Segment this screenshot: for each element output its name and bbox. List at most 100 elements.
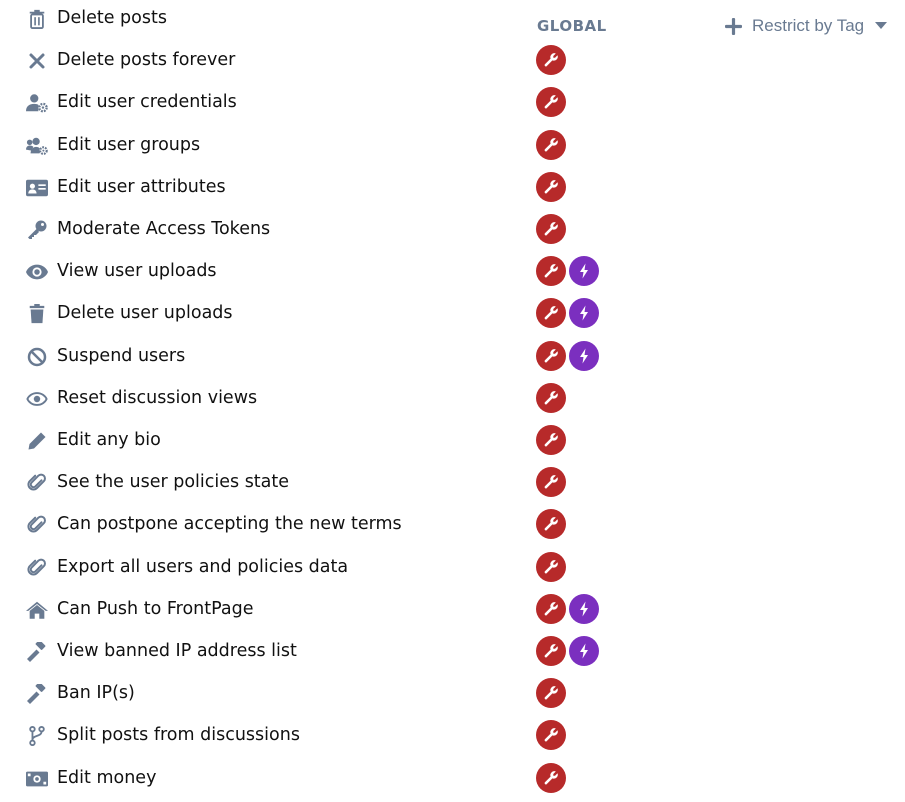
paperclip-icon — [25, 514, 49, 536]
permission-row: Edit money — [0, 760, 905, 802]
bolt-icon — [580, 263, 588, 279]
ban-icon — [25, 346, 49, 368]
permission-row: Suspend users — [0, 338, 905, 380]
admin-group-badge[interactable] — [536, 87, 566, 118]
wrench-icon — [544, 391, 558, 405]
admin-group-badge[interactable] — [536, 467, 566, 498]
permission-grant-cell[interactable] — [536, 129, 566, 160]
mod-group-badge[interactable] — [569, 298, 599, 329]
permission-grant-cell[interactable] — [536, 171, 566, 202]
permission-grant-cell[interactable] — [536, 87, 566, 118]
permission-row: Delete posts forever — [0, 42, 905, 84]
permission-label: Ban IP(s) — [57, 683, 135, 704]
permission-label: Can Push to FrontPage — [57, 598, 254, 619]
permission-row: See the user policies state — [0, 464, 905, 506]
code-branch-icon — [25, 725, 49, 747]
permission-grant-cell[interactable] — [536, 425, 566, 455]
eye-outline-icon — [25, 388, 49, 410]
permission-row: Export all users and policies data — [0, 549, 905, 591]
admin-group-badge[interactable] — [536, 45, 566, 76]
admin-group-badge[interactable] — [536, 425, 566, 455]
permission-grant-cell[interactable] — [536, 551, 566, 582]
permission-row: View banned IP address list — [0, 633, 905, 675]
admin-group-badge[interactable] — [536, 593, 566, 624]
admin-group-badge[interactable] — [536, 678, 566, 709]
wrench-icon — [544, 686, 558, 700]
permission-row: Moderate Access Tokens — [0, 211, 905, 253]
gavel-icon — [25, 641, 49, 663]
permission-grant-cell[interactable] — [536, 256, 599, 287]
admin-group-badge[interactable] — [536, 720, 566, 751]
mod-group-badge[interactable] — [569, 636, 599, 666]
paperclip-icon — [25, 557, 49, 579]
permission-grant-cell[interactable] — [536, 720, 566, 751]
permission-label: Delete posts — [57, 8, 167, 28]
permission-label: Can postpone accepting the new terms — [57, 514, 402, 535]
permission-label: Delete posts forever — [57, 50, 236, 71]
bolt-icon — [580, 601, 588, 617]
permission-row: Can postpone accepting the new terms — [0, 506, 905, 548]
user-cog-icon — [25, 92, 49, 114]
bolt-icon — [580, 643, 588, 659]
permission-grant-cell[interactable] — [536, 678, 566, 709]
bolt-icon — [580, 305, 588, 321]
gavel-icon — [25, 683, 49, 705]
wrench-icon — [544, 517, 558, 531]
wrench-icon — [544, 433, 558, 447]
permission-grant-cell[interactable] — [536, 45, 566, 76]
id-card-icon — [25, 177, 49, 199]
eye-icon — [25, 261, 49, 283]
times-icon — [25, 50, 49, 72]
wrench-icon — [544, 180, 558, 194]
admin-group-badge[interactable] — [536, 382, 566, 413]
permission-row: Can Push to FrontPage — [0, 591, 905, 633]
permission-grant-cell[interactable] — [536, 382, 566, 413]
permission-grant-cell[interactable] — [536, 762, 566, 793]
wrench-icon — [544, 644, 558, 658]
mod-group-badge[interactable] — [569, 340, 599, 371]
permission-row: Delete posts — [0, 0, 905, 42]
admin-group-badge[interactable] — [536, 636, 566, 666]
permission-row: View user uploads — [0, 253, 905, 295]
admin-group-badge[interactable] — [536, 214, 566, 244]
permission-label: Delete user uploads — [57, 303, 233, 324]
permission-grant-cell[interactable] — [536, 509, 566, 540]
mod-group-badge[interactable] — [569, 593, 599, 624]
admin-group-badge[interactable] — [536, 509, 566, 540]
wrench-icon — [544, 475, 558, 489]
pencil-icon — [25, 430, 49, 452]
permission-row: Edit user attributes — [0, 169, 905, 211]
permission-grant-cell[interactable] — [536, 298, 599, 329]
permission-row: Ban IP(s) — [0, 675, 905, 717]
permission-row: Split posts from discussions — [0, 717, 905, 759]
permission-row: Edit any bio — [0, 422, 905, 464]
permission-grant-cell[interactable] — [536, 340, 599, 371]
wrench-icon — [544, 137, 558, 152]
bolt-icon — [580, 348, 588, 364]
permission-row: Reset discussion views — [0, 380, 905, 422]
admin-group-badge[interactable] — [536, 762, 566, 793]
wrench-icon — [544, 264, 558, 278]
trash-outline-icon — [25, 8, 49, 30]
admin-group-badge[interactable] — [536, 171, 566, 202]
permission-grant-cell[interactable] — [536, 593, 599, 624]
permission-grant-cell[interactable] — [536, 636, 599, 666]
permission-label: Suspend users — [57, 345, 186, 366]
permission-grant-cell[interactable] — [536, 467, 566, 498]
wrench-icon — [544, 559, 558, 574]
admin-group-badge[interactable] — [536, 551, 566, 582]
admin-group-badge[interactable] — [536, 129, 566, 160]
permission-label: Edit any bio — [57, 430, 161, 450]
permission-label: Edit user groups — [57, 134, 201, 155]
permission-label: Edit user credentials — [57, 92, 237, 113]
permission-grant-cell[interactable] — [536, 214, 566, 244]
admin-group-badge[interactable] — [536, 340, 566, 371]
permission-label: Split posts from discussions — [57, 725, 300, 746]
mod-group-badge[interactable] — [569, 256, 599, 287]
admin-group-badge[interactable] — [536, 298, 566, 329]
money-bill-icon — [25, 768, 49, 790]
admin-group-badge[interactable] — [536, 256, 566, 287]
wrench-icon — [544, 728, 558, 742]
wrench-icon — [544, 222, 558, 236]
permission-label: Reset discussion views — [57, 387, 258, 408]
